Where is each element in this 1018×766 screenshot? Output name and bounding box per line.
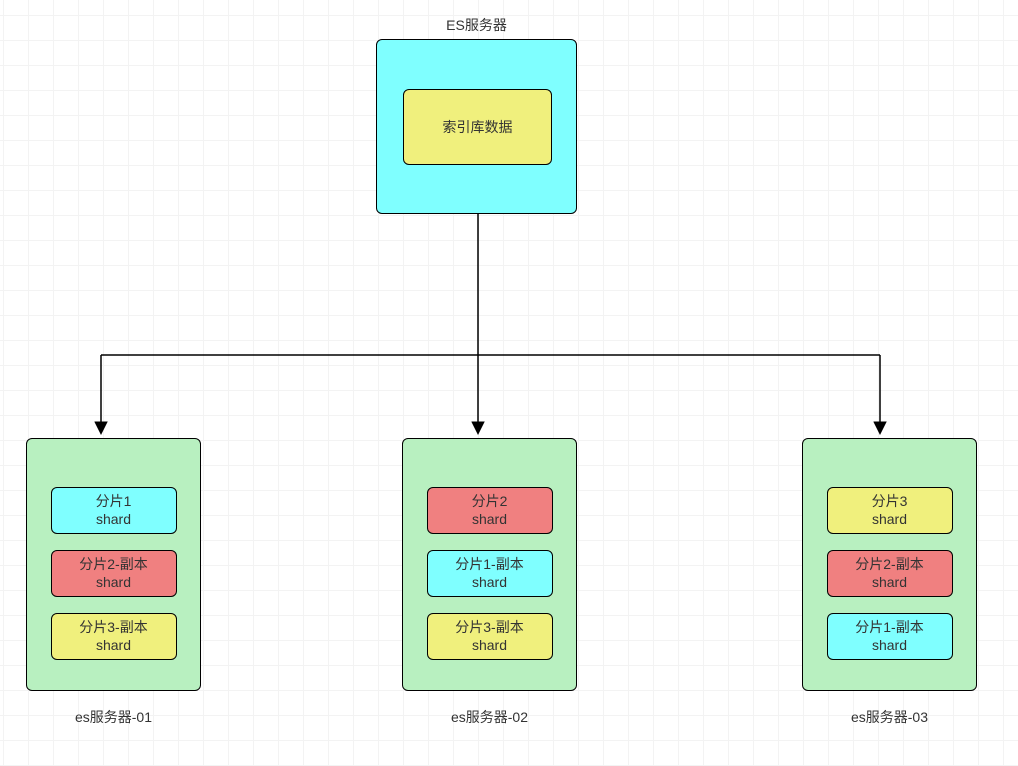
shard-line2: shard	[872, 637, 907, 655]
shard-box: 分片2 shard	[427, 487, 553, 534]
server-box-03: 分片3 shard 分片2-副本 shard 分片1-副本 shard	[802, 438, 977, 691]
shard-box: 分片3-副本 shard	[427, 613, 553, 660]
shard-line2: shard	[96, 574, 131, 592]
shard-line1: 分片3-副本	[455, 619, 523, 637]
shard-line1: 分片3-副本	[79, 619, 147, 637]
shard-line2: shard	[472, 637, 507, 655]
shard-box: 分片2-副本 shard	[827, 550, 953, 597]
shard-box: 分片1-副本 shard	[427, 550, 553, 597]
top-server-title: ES服务器	[376, 15, 577, 35]
shard-line1: 分片1-副本	[855, 619, 923, 637]
shard-line2: shard	[872, 511, 907, 529]
shard-line1: 分片1-副本	[455, 556, 523, 574]
index-data-label: 索引库数据	[443, 117, 513, 137]
shard-line1: 分片2	[472, 493, 508, 511]
server-01-caption: es服务器-01	[26, 707, 201, 727]
shard-line2: shard	[872, 574, 907, 592]
shard-box: 分片2-副本 shard	[51, 550, 177, 597]
server-03-caption: es服务器-03	[802, 707, 977, 727]
shard-line1: 分片3	[872, 493, 908, 511]
shard-line1: 分片1	[96, 493, 132, 511]
shard-box: 分片1-副本 shard	[827, 613, 953, 660]
shard-line1: 分片2-副本	[855, 556, 923, 574]
shard-box: 分片3 shard	[827, 487, 953, 534]
server-box-02: 分片2 shard 分片1-副本 shard 分片3-副本 shard	[402, 438, 577, 691]
server-02-caption: es服务器-02	[402, 707, 577, 727]
shard-box: 分片3-副本 shard	[51, 613, 177, 660]
server-box-01: 分片1 shard 分片2-副本 shard 分片3-副本 shard	[26, 438, 201, 691]
index-data-box: 索引库数据	[403, 89, 552, 165]
shard-line2: shard	[472, 574, 507, 592]
shard-line2: shard	[96, 511, 131, 529]
shard-line1: 分片2-副本	[79, 556, 147, 574]
shard-line2: shard	[472, 511, 507, 529]
shard-box: 分片1 shard	[51, 487, 177, 534]
shard-line2: shard	[96, 637, 131, 655]
